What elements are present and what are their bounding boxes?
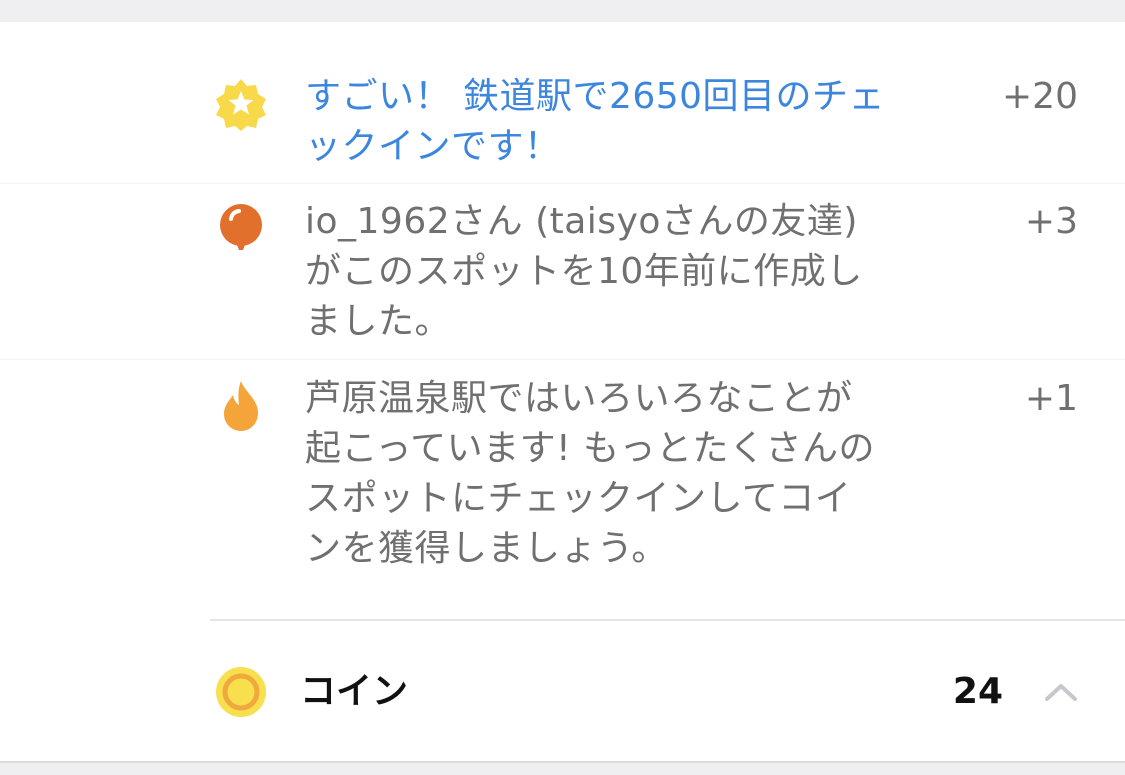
notification-line: がこのスポットを10年前に作成し — [305, 251, 863, 292]
notification-line: スポットにチェックインしてコイ — [305, 478, 852, 519]
star-badge-icon — [214, 77, 268, 131]
points-badge: +1 — [1024, 378, 1078, 419]
bottom-rule — [0, 761, 1125, 763]
points-badge: +20 — [1002, 76, 1078, 117]
notification-line: 芦原温泉駅ではいろいろなことが — [305, 378, 853, 419]
notification-text: io_1962さん (taisyoさんの友達) がこのスポットを10年前に作成し… — [305, 197, 945, 347]
flame-icon — [214, 379, 268, 433]
notification-line: ました。 — [305, 301, 452, 342]
coin-count: 24 — [952, 671, 1003, 712]
row-separator — [0, 359, 1125, 360]
points-badge: +3 — [1024, 201, 1078, 242]
notification-row-checkin: すごい！ 鉄道駅で2650回目のチェ ックインです！ +20 — [0, 72, 1125, 182]
section-divider — [210, 619, 1125, 621]
coin-icon — [214, 665, 268, 719]
coin-label: コイン — [300, 671, 409, 712]
notification-line: io_1962さん (taisyoさんの友達) — [305, 201, 858, 242]
coin-breakdown-panel: すごい！ 鉄道駅で2650回目のチェ ックインです！ +20 io_1962さん… — [0, 22, 1125, 762]
notification-line: ンを獲得しましょう。 — [305, 528, 668, 569]
notification-text: 芦原温泉駅ではいろいろなことが 起こっています! もっとたくさんの スポットにチ… — [305, 374, 945, 574]
chevron-up-icon[interactable] — [1039, 671, 1083, 715]
notification-line: すごい！ 鉄道駅で2650回目のチェ — [305, 76, 886, 117]
notification-line: 起こっています! もっとたくさんの — [305, 428, 876, 469]
notification-line: ックインです！ — [305, 126, 561, 167]
notification-text: すごい！ 鉄道駅で2650回目のチェ ックインです！ — [305, 72, 945, 172]
notification-row-spot-created: io_1962さん (taisyoさんの友達) がこのスポットを10年前に作成し… — [0, 197, 1125, 357]
coin-summary-row[interactable]: コイン 24 — [0, 665, 1125, 721]
row-separator — [0, 183, 1125, 184]
balloon-icon — [214, 202, 268, 256]
notification-row-activity: 芦原温泉駅ではいろいろなことが 起こっています! もっとたくさんの スポットにチ… — [0, 374, 1125, 584]
